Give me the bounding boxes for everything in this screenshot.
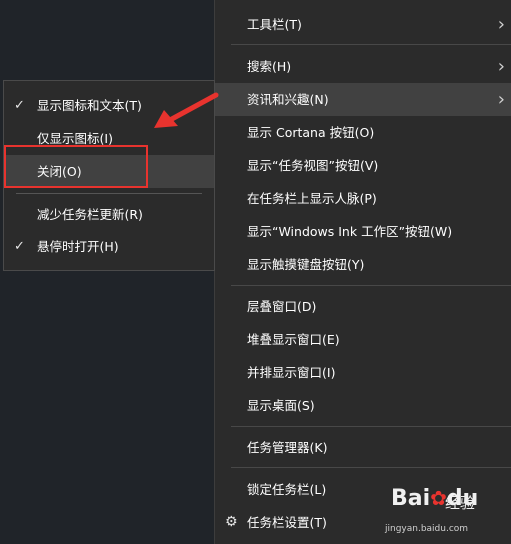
- menu-item-label: 并排显示窗口(I): [247, 365, 336, 380]
- menu-item-label: 资讯和兴趣(N): [247, 92, 329, 107]
- menu-item-show-cortana[interactable]: 显示 Cortana 按钮(O): [215, 116, 511, 149]
- checkmark-icon: ✓: [14, 239, 25, 254]
- menu-item-label: 在任务栏上显示人脉(P): [247, 191, 377, 206]
- menu-item-label: 显示触摸键盘按钮(Y): [247, 257, 365, 272]
- menu-item-news-and-interests[interactable]: 资讯和兴趣(N) ›: [215, 83, 511, 116]
- menu-item-label: 显示“任务视图”按钮(V): [247, 158, 379, 173]
- menu-item-side-by-side[interactable]: 并排显示窗口(I): [215, 356, 511, 389]
- submenu-item-open-on-hover[interactable]: ✓ 悬停时打开(H): [4, 230, 214, 263]
- menu-item-label: 层叠窗口(D): [247, 299, 317, 314]
- submenu-item-label: 显示图标和文本(T): [37, 98, 142, 113]
- menu-separator: [231, 426, 511, 427]
- highlight-annotation-box: [4, 145, 148, 188]
- menu-item-label: 堆叠显示窗口(E): [247, 332, 340, 347]
- menu-separator: [231, 285, 511, 286]
- watermark-url: jingyan.baidu.com: [385, 524, 469, 534]
- menu-item-label: 任务栏设置(T): [247, 515, 327, 530]
- menu-item-stack-windows[interactable]: 堆叠显示窗口(E): [215, 323, 511, 356]
- checkmark-icon: ✓: [14, 98, 25, 113]
- chevron-right-icon: ›: [497, 14, 505, 35]
- submenu-item-reduce-updates[interactable]: 减少任务栏更新(R): [4, 198, 214, 231]
- submenu-item-label: 悬停时打开(H): [37, 239, 119, 254]
- menu-item-show-touch-keyboard[interactable]: 显示触摸键盘按钮(Y): [215, 248, 511, 281]
- menu-separator: [16, 193, 202, 194]
- submenu-item-label: 仅显示图标(I): [37, 131, 113, 146]
- watermark-label: 经验: [445, 494, 476, 512]
- menu-item-label: 工具栏(T): [247, 17, 302, 32]
- menu-item-task-manager[interactable]: 任务管理器(K): [215, 431, 511, 464]
- menu-item-label: 显示“Windows Ink 工作区”按钮(W): [247, 224, 453, 239]
- baidu-jingyan-watermark: Bai✿du 经验 jingyan.baidu.com: [385, 486, 509, 542]
- menu-item-cascade-windows[interactable]: 层叠窗口(D): [215, 290, 511, 323]
- chevron-right-icon: ›: [497, 56, 505, 77]
- menu-item-label: 显示 Cortana 按钮(O): [247, 125, 375, 140]
- menu-separator: [231, 44, 511, 45]
- menu-item-search[interactable]: 搜索(H) ›: [215, 50, 511, 83]
- gear-icon: ⚙: [225, 514, 238, 530]
- chevron-right-icon: ›: [497, 89, 505, 110]
- taskbar-context-menu: 工具栏(T) › 搜索(H) › 资讯和兴趣(N) › 显示 Cortana 按…: [214, 0, 511, 544]
- menu-separator: [231, 467, 511, 468]
- menu-item-show-desktop[interactable]: 显示桌面(S): [215, 389, 511, 422]
- menu-item-label: 锁定任务栏(L): [247, 482, 327, 497]
- menu-item-show-people[interactable]: 在任务栏上显示人脉(P): [215, 182, 511, 215]
- menu-item-label: 显示桌面(S): [247, 398, 315, 413]
- menu-item-label: 搜索(H): [247, 59, 292, 74]
- menu-item-show-task-view[interactable]: 显示“任务视图”按钮(V): [215, 149, 511, 182]
- menu-item-show-windows-ink[interactable]: 显示“Windows Ink 工作区”按钮(W): [215, 215, 511, 248]
- annotation-arrow-icon: [154, 92, 219, 128]
- menu-item-toolbars[interactable]: 工具栏(T) ›: [215, 8, 511, 41]
- menu-item-label: 任务管理器(K): [247, 440, 328, 455]
- submenu-item-label: 减少任务栏更新(R): [37, 207, 143, 222]
